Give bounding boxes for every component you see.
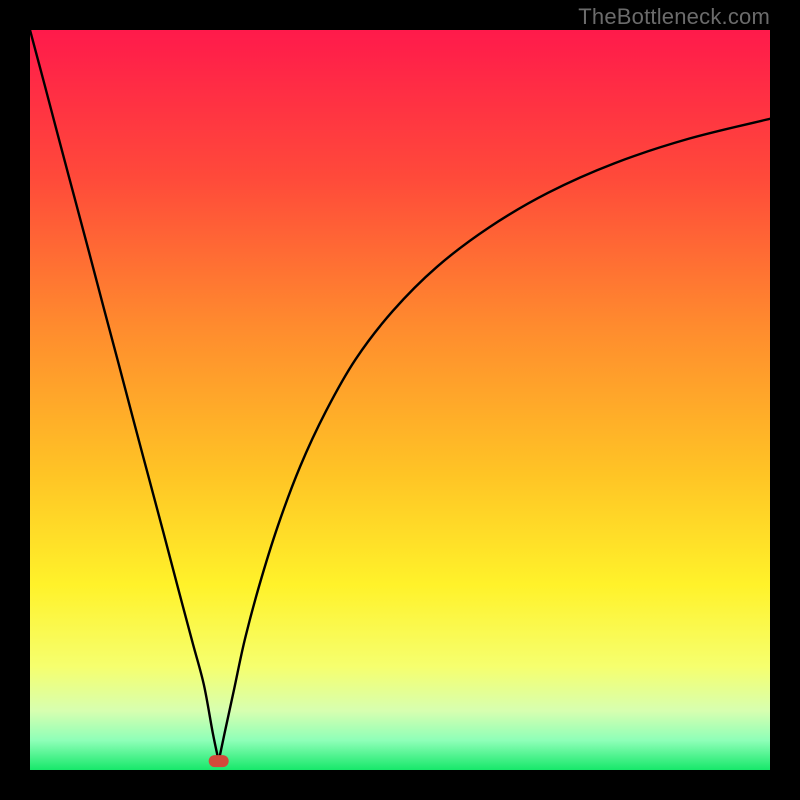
bottleneck-chart bbox=[30, 30, 770, 770]
watermark-text: TheBottleneck.com bbox=[578, 4, 770, 30]
chart-background bbox=[30, 30, 770, 770]
optimal-point-marker bbox=[209, 755, 229, 767]
chart-frame bbox=[30, 30, 770, 770]
